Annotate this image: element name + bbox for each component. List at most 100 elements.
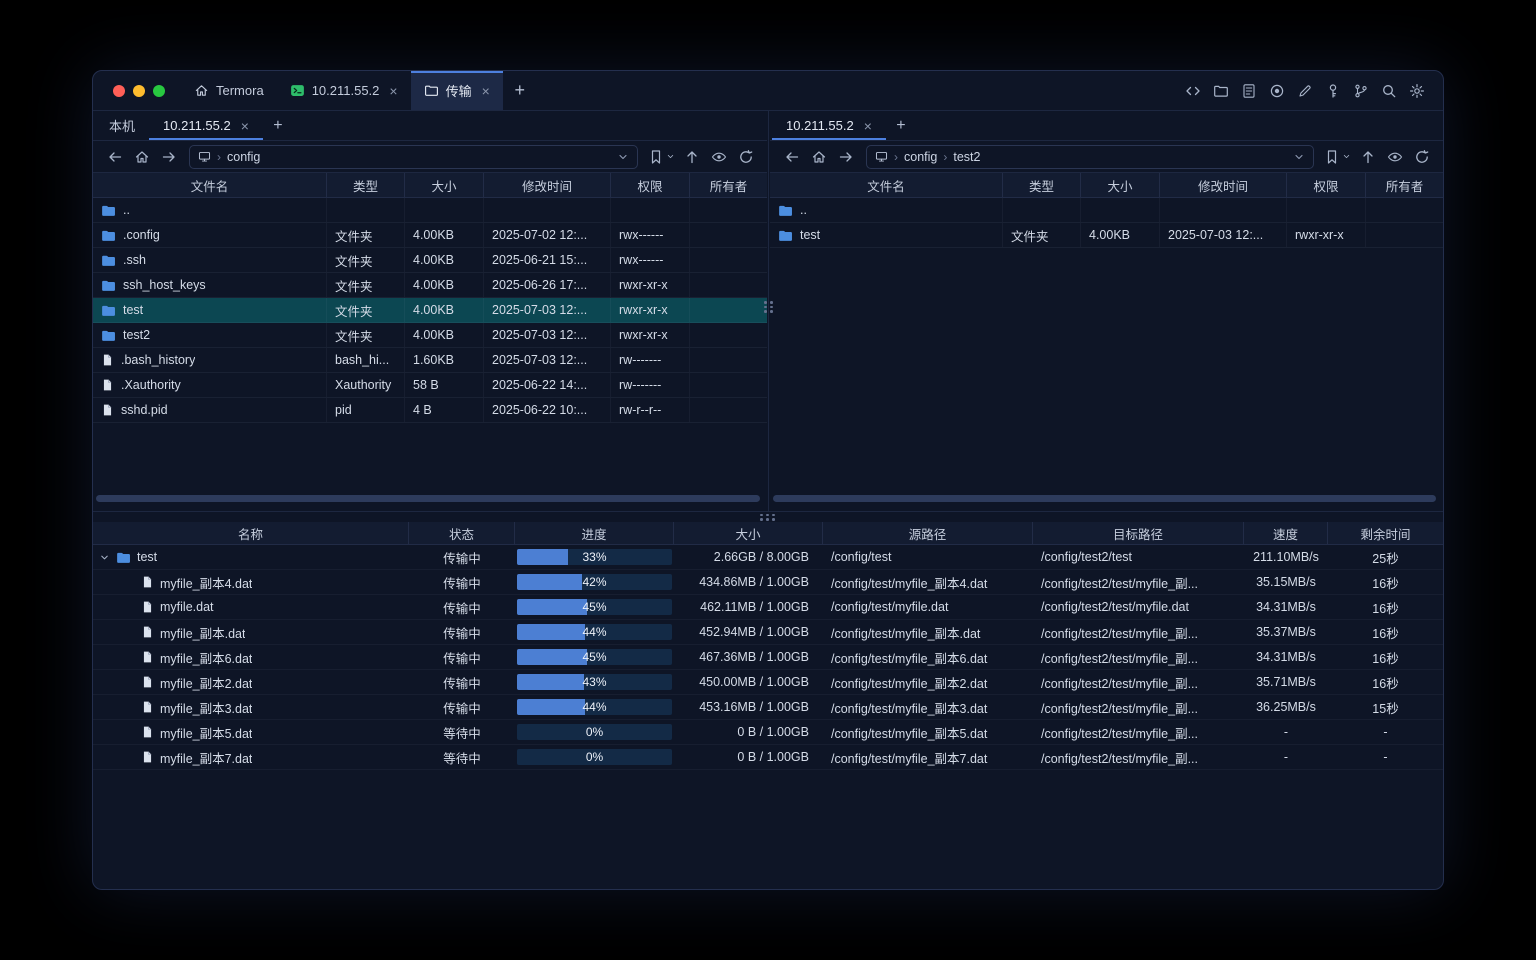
edit-button[interactable] bbox=[1292, 78, 1317, 103]
path-segment[interactable]: config bbox=[904, 150, 937, 164]
log-button[interactable] bbox=[1236, 78, 1261, 103]
left-new-tab-button[interactable]: + bbox=[263, 111, 293, 140]
column-header[interactable]: 文件名 bbox=[770, 173, 1003, 197]
file-row[interactable]: .config文件夹4.00KB2025-07-02 12:...rwx----… bbox=[93, 223, 767, 248]
transfer-row[interactable]: myfile.dat传输中45%462.11MB / 1.00GB/config… bbox=[93, 595, 1443, 620]
path-dropdown-icon[interactable] bbox=[1293, 151, 1305, 163]
titlebar-tab-termora[interactable]: Termora bbox=[181, 71, 277, 110]
right-forward-button[interactable] bbox=[833, 144, 858, 169]
column-header[interactable]: 所有者 bbox=[690, 173, 767, 197]
right-horizontal-scrollbar[interactable] bbox=[773, 495, 1436, 502]
app-window: Termora10.211.55.2×传输× + 本机10.211.55.2× … bbox=[92, 70, 1444, 890]
column-header[interactable]: 类型 bbox=[327, 173, 405, 197]
left-refresh-button[interactable] bbox=[733, 144, 758, 169]
tab-close-button[interactable]: × bbox=[864, 119, 872, 133]
right-bookmark-button[interactable] bbox=[1322, 144, 1353, 169]
horizontal-splitter[interactable] bbox=[93, 511, 1443, 522]
maximize-window-button[interactable] bbox=[153, 85, 165, 97]
left-bookmark-button[interactable] bbox=[646, 144, 677, 169]
transfer-source-path: /config/test/myfile.dat bbox=[823, 595, 1033, 619]
branch-button[interactable] bbox=[1348, 78, 1373, 103]
transfer-source-path: /config/test bbox=[823, 545, 1033, 569]
transfer-row[interactable]: myfile_副本7.dat等待中0%0 B / 1.00GB/config/t… bbox=[93, 745, 1443, 770]
column-header[interactable]: 权限 bbox=[1287, 173, 1366, 197]
tab-close-button[interactable]: × bbox=[482, 84, 490, 98]
file-size-cell: 4.00KB bbox=[405, 323, 484, 347]
right-home-button[interactable] bbox=[806, 144, 831, 169]
path-segment[interactable]: config bbox=[227, 150, 260, 164]
left-back-button[interactable] bbox=[102, 144, 127, 169]
file-row[interactable]: test2文件夹4.00KB2025-07-03 12:...rwxr-xr-x bbox=[93, 323, 767, 348]
right-new-tab-button[interactable]: + bbox=[886, 111, 916, 140]
panel-tab[interactable]: 10.211.55.2× bbox=[772, 111, 886, 140]
file-icon bbox=[141, 625, 154, 639]
right-back-button[interactable] bbox=[779, 144, 804, 169]
titlebar-tab-transfer[interactable]: 传输× bbox=[411, 71, 503, 110]
column-header[interactable]: 名称 bbox=[93, 522, 409, 544]
column-header[interactable]: 类型 bbox=[1003, 173, 1081, 197]
path-dropdown-icon[interactable] bbox=[617, 151, 629, 163]
column-header[interactable]: 目标路径 bbox=[1033, 522, 1244, 544]
left-home-button[interactable] bbox=[129, 144, 154, 169]
column-header[interactable]: 大小 bbox=[1081, 173, 1160, 197]
left-upload-button[interactable] bbox=[679, 144, 704, 169]
panel-tab[interactable]: 本机 bbox=[95, 111, 149, 140]
left-show-hidden-button[interactable] bbox=[706, 144, 731, 169]
column-header[interactable]: 权限 bbox=[611, 173, 690, 197]
right-upload-button[interactable] bbox=[1355, 144, 1380, 169]
folder-icon bbox=[101, 303, 116, 318]
titlebar-tab-ssh[interactable]: 10.211.55.2× bbox=[277, 71, 411, 110]
transfer-row[interactable]: myfile_副本4.dat传输中42%434.86MB / 1.00GB/co… bbox=[93, 570, 1443, 595]
path-segment[interactable]: test2 bbox=[953, 150, 980, 164]
file-row[interactable]: test文件夹4.00KB2025-07-03 12:...rwxr-xr-x bbox=[93, 298, 767, 323]
file-row[interactable]: .. bbox=[93, 198, 767, 223]
search-button[interactable] bbox=[1376, 78, 1401, 103]
file-row[interactable]: ssh_host_keys文件夹4.00KB2025-06-26 17:...r… bbox=[93, 273, 767, 298]
right-refresh-button[interactable] bbox=[1409, 144, 1434, 169]
code-button[interactable] bbox=[1180, 78, 1205, 103]
tab-close-button[interactable]: × bbox=[241, 119, 249, 133]
settings-button[interactable] bbox=[1404, 78, 1429, 103]
key-button[interactable] bbox=[1320, 78, 1345, 103]
file-size-cell: 4.00KB bbox=[1081, 223, 1160, 247]
minimize-window-button[interactable] bbox=[133, 85, 145, 97]
column-header[interactable]: 文件名 bbox=[93, 173, 327, 197]
column-header[interactable]: 源路径 bbox=[823, 522, 1033, 544]
column-header[interactable]: 修改时间 bbox=[1160, 173, 1287, 197]
transfer-row[interactable]: myfile_副本3.dat传输中44%453.16MB / 1.00GB/co… bbox=[93, 695, 1443, 720]
column-header[interactable]: 所有者 bbox=[1366, 173, 1443, 197]
transfer-row[interactable]: myfile_副本5.dat等待中0%0 B / 1.00GB/config/t… bbox=[93, 720, 1443, 745]
transfer-row[interactable]: test传输中33%2.66GB / 8.00GB/config/test/co… bbox=[93, 545, 1443, 570]
folder-button[interactable] bbox=[1208, 78, 1233, 103]
column-header[interactable]: 大小 bbox=[405, 173, 484, 197]
tab-close-button[interactable]: × bbox=[389, 84, 397, 98]
column-header[interactable]: 状态 bbox=[409, 522, 515, 544]
file-perm-cell: rwxr-xr-x bbox=[611, 323, 690, 347]
file-row[interactable]: .ssh文件夹4.00KB2025-06-21 15:...rwx------ bbox=[93, 248, 767, 273]
transfer-target-path: /config/test2/test/myfile_副... bbox=[1033, 695, 1244, 719]
transfer-row[interactable]: myfile_副本2.dat传输中43%450.00MB / 1.00GB/co… bbox=[93, 670, 1443, 695]
file-row[interactable]: .XauthorityXauthority58 B2025-06-22 14:.… bbox=[93, 373, 767, 398]
transfer-target-path: /config/test2/test/myfile_副... bbox=[1033, 720, 1244, 744]
close-window-button[interactable] bbox=[113, 85, 125, 97]
column-header[interactable]: 速度 bbox=[1244, 522, 1328, 544]
transfer-row[interactable]: myfile_副本6.dat传输中45%467.36MB / 1.00GB/co… bbox=[93, 645, 1443, 670]
right-show-hidden-button[interactable] bbox=[1382, 144, 1407, 169]
panel-tab[interactable]: 10.211.55.2× bbox=[149, 111, 263, 140]
file-row[interactable]: test文件夹4.00KB2025-07-03 12:...rwxr-xr-x bbox=[770, 223, 1443, 248]
left-path-field[interactable]: ›config bbox=[189, 145, 638, 169]
column-header[interactable]: 进度 bbox=[515, 522, 674, 544]
record-button[interactable] bbox=[1264, 78, 1289, 103]
left-forward-button[interactable] bbox=[156, 144, 181, 169]
column-header[interactable]: 修改时间 bbox=[484, 173, 611, 197]
file-row[interactable]: .. bbox=[770, 198, 1443, 223]
new-window-tab-button[interactable]: + bbox=[503, 71, 537, 110]
right-path-field[interactable]: ›config›test2 bbox=[866, 145, 1314, 169]
file-row[interactable]: sshd.pidpid4 B2025-06-22 10:...rw-r--r-- bbox=[93, 398, 767, 423]
left-horizontal-scrollbar[interactable] bbox=[96, 495, 760, 502]
column-header[interactable]: 剩余时间 bbox=[1328, 522, 1443, 544]
column-header[interactable]: 大小 bbox=[674, 522, 823, 544]
file-row[interactable]: .bash_historybash_hi...1.60KB2025-07-03 … bbox=[93, 348, 767, 373]
transfer-row[interactable]: myfile_副本.dat传输中44%452.94MB / 1.00GB/con… bbox=[93, 620, 1443, 645]
file-perm-cell bbox=[1287, 198, 1366, 222]
